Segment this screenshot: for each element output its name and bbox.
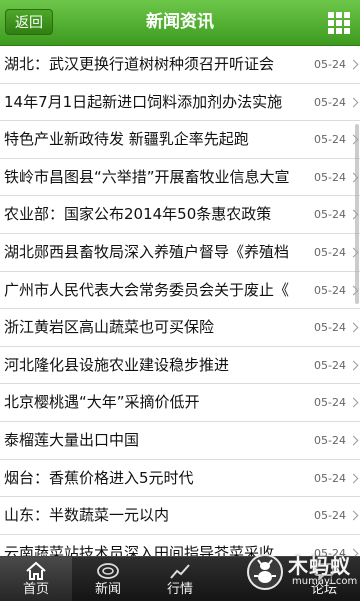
scrollbar[interactable]	[355, 124, 359, 304]
news-row[interactable]: 14年7月1日起新进口饲料添加剂办法实施 05-24	[0, 84, 360, 122]
watermark-site: mumayi.com	[292, 576, 358, 587]
tab-market[interactable]: 行情	[144, 557, 216, 601]
chevron-right-icon	[348, 473, 359, 483]
news-row[interactable]: 河北隆化县设施农业建设稳步推进 05-24	[0, 347, 360, 385]
news-row[interactable]: 泰榴莲大量出口中国 05-24	[0, 422, 360, 460]
tab-label: 行情	[166, 582, 193, 597]
news-title: 山东：半数蔬菜一元以内	[4, 506, 170, 525]
chevron-right-icon	[348, 59, 359, 70]
news-list: 湖北：武汉更换行道树树种须召开听证会 05-24 14年7月1日起新进口饲料添加剂…	[0, 46, 360, 556]
news-date: 05-24	[314, 471, 346, 485]
news-title: 农业部：国家公布2014年50条惠农政策	[4, 205, 272, 224]
chevron-right-icon	[348, 97, 359, 108]
tab-label: 首页	[22, 582, 49, 597]
news-title: 浙江黄岩区高山蔬菜也可买保险	[4, 318, 215, 337]
news-date: 05-24	[314, 95, 346, 109]
news-date: 05-24	[314, 208, 346, 222]
news-row[interactable]: 湖北：武汉更换行道树树种须召开听证会 05-24	[0, 46, 360, 84]
news-date: 05-24	[314, 170, 346, 184]
news-title: 湖北郧西县畜牧局深入养殖户督导《养殖档	[4, 242, 290, 261]
watermark-brand: 木蚂蚁	[288, 554, 351, 578]
chevron-right-icon	[348, 397, 359, 408]
news-date: 05-24	[314, 245, 346, 259]
news-title: 泰榴莲大量出口中国	[4, 430, 140, 449]
chevron-right-icon	[348, 435, 359, 446]
news-row[interactable]: 农业部：国家公布2014年50条惠农政策 05-24	[0, 196, 360, 234]
tab-label: 新闻	[94, 582, 121, 597]
news-title: 14年7月1日起新进口饲料添加剂办法实施	[4, 92, 283, 111]
news-title: 烟台：香蕉价格进入5元时代	[4, 468, 194, 487]
news-row[interactable]: 特色产业新政待发 新疆乳企率先起跑 05-24	[0, 121, 360, 159]
chevron-right-icon	[348, 360, 359, 371]
news-row[interactable]: 浙江黄岩区高山蔬菜也可买保险 05-24	[0, 309, 360, 347]
news-row[interactable]: 北京樱桃遇“大年”采摘价低开 05-24	[0, 384, 360, 422]
news-row[interactable]: 湖北郧西县畜牧局深入养殖户督导《养殖档 05-24	[0, 234, 360, 272]
news-date: 05-24	[314, 509, 346, 523]
home-icon	[26, 561, 46, 580]
news-row[interactable]: 广州市人民代表大会常务委员会关于废止《 05-24	[0, 272, 360, 310]
tab-news[interactable]: 新闻	[72, 557, 144, 601]
chevron-right-icon	[348, 322, 359, 333]
news-date: 05-24	[314, 133, 346, 147]
news-date: 05-24	[314, 358, 346, 372]
news-row[interactable]: 铁岭市昌图县“六举措”开展畜牧业信息大宣 05-24	[0, 159, 360, 197]
header-bar: 返回 新闻资讯	[0, 0, 360, 46]
news-date: 05-24	[314, 321, 346, 335]
news-date: 05-24	[314, 433, 346, 447]
news-title: 河北隆化县设施农业建设稳步推进	[4, 355, 230, 374]
news-title: 湖北：武汉更换行道树树种须召开听证会	[4, 55, 275, 73]
news-date: 05-24	[314, 396, 346, 410]
ant-logo-icon	[247, 554, 283, 590]
back-button[interactable]: 返回	[5, 9, 53, 35]
page-title: 新闻资讯	[146, 12, 214, 32]
market-icon	[170, 564, 190, 579]
news-title: 广州市人民代表大会常务委员会关于废止《	[4, 280, 290, 299]
watermark: 木蚂蚁 mumayi.com	[242, 548, 358, 596]
news-date: 05-24	[314, 58, 346, 71]
news-title: 特色产业新政待发 新疆乳企率先起跑	[4, 130, 249, 149]
news-date: 05-24	[314, 283, 346, 297]
news-title: 北京樱桃遇“大年”采摘价低开	[4, 393, 200, 412]
news-row[interactable]: 烟台：香蕉价格进入5元时代 05-24	[0, 460, 360, 498]
grid-menu-icon[interactable]	[328, 12, 350, 34]
news-title: 铁岭市昌图县“六举措”开展畜牧业信息大宣	[4, 167, 290, 186]
tab-home[interactable]: 首页	[0, 557, 72, 601]
chevron-right-icon	[348, 510, 359, 521]
news-icon	[97, 563, 119, 579]
news-row[interactable]: 山东：半数蔬菜一元以内 05-24	[0, 497, 360, 535]
